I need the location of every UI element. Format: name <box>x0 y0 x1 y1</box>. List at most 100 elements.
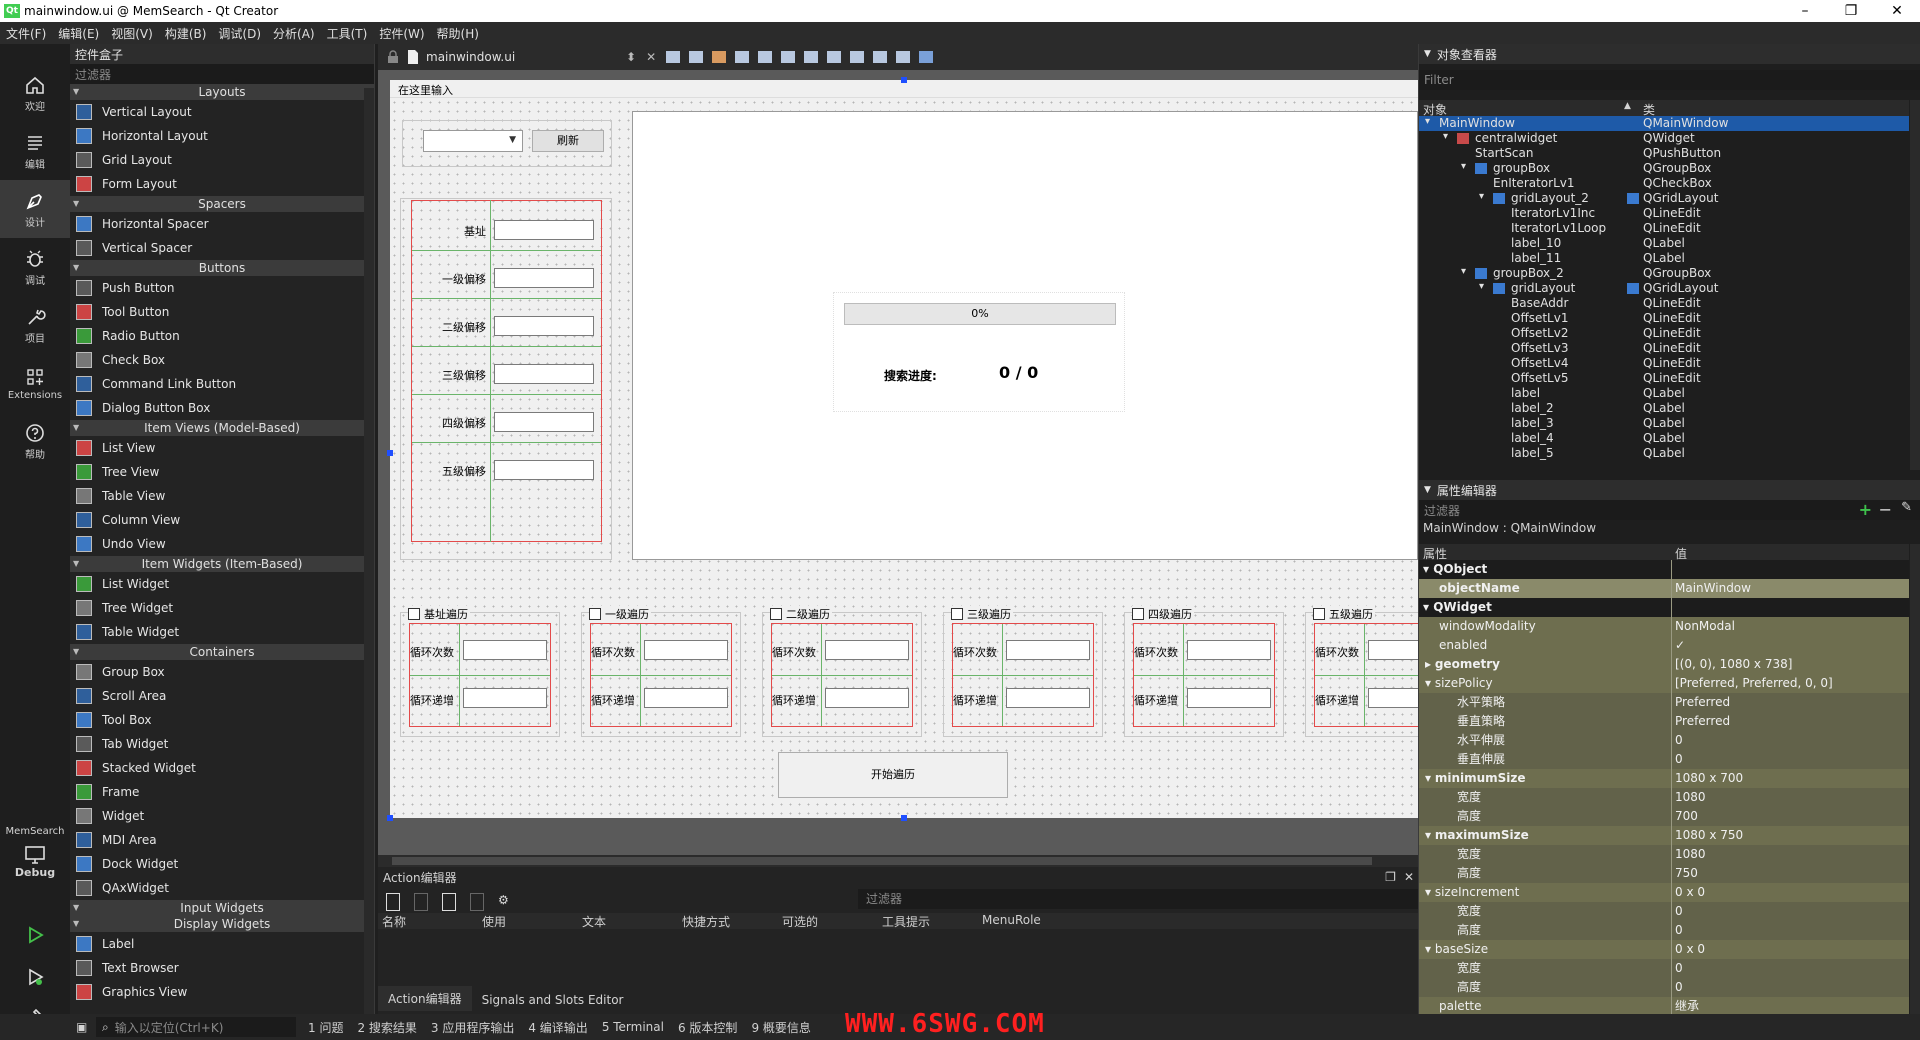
widget-category[interactable]: Buttons <box>70 260 374 276</box>
widget-category[interactable]: Item Views (Model-Based) <box>70 420 374 436</box>
object-tree-row[interactable]: label_4 QLabel <box>1419 431 1909 446</box>
loop-enable-checkbox[interactable]: 二级遍历 <box>770 606 832 622</box>
kit-project-label[interactable]: MemSearch <box>0 826 70 837</box>
widget-box-item[interactable]: Radio Button <box>70 324 374 348</box>
property-value[interactable]: 0 <box>1673 731 1909 750</box>
widget-category[interactable]: Display Widgets <box>70 916 374 932</box>
widget-box-item[interactable]: Group Box <box>70 660 374 684</box>
close-dock-icon[interactable]: ✕ <box>1404 870 1414 884</box>
close-button[interactable]: ✕ <box>1874 3 1920 19</box>
widget-box-item[interactable]: Vertical Spacer <box>70 236 374 260</box>
widget-box-item[interactable]: Undo View <box>70 532 374 556</box>
property-row[interactable]: ▾ maximumSize 1080 x 750 <box>1419 826 1909 845</box>
selection-handle-top[interactable] <box>901 77 907 83</box>
menu-analyze[interactable]: 分析(A) <box>267 25 321 42</box>
property-row[interactable]: ▾ QWidget <box>1419 598 1909 617</box>
collapse-icon[interactable]: ▼ <box>1424 49 1431 59</box>
start-scan-button[interactable]: 开始遍历 <box>778 752 1008 798</box>
object-filter-input[interactable]: Filter <box>1419 70 1920 90</box>
paste-action-icon[interactable] <box>442 893 456 911</box>
kit-selector[interactable]: Debug <box>0 844 70 888</box>
enabled-checkbox[interactable]: ✓ <box>1673 636 1909 655</box>
loop-enable-checkbox[interactable]: 三级遍历 <box>951 606 1013 622</box>
canvas-horizontal-scrollbar[interactable] <box>378 855 1418 867</box>
layout-h-splitter-icon[interactable] <box>804 51 819 63</box>
widget-category[interactable]: Spacers <box>70 196 374 212</box>
property-expand-icon[interactable]: ▾ <box>1425 771 1435 785</box>
widget-category[interactable]: Layouts <box>70 84 374 100</box>
menu-view[interactable]: 视图(V) <box>105 25 159 42</box>
property-value[interactable]: 1080 x 700 <box>1673 769 1909 788</box>
property-value[interactable]: 继承 <box>1673 997 1909 1014</box>
property-value[interactable]: [Preferred, Preferred, 0, 0] <box>1673 674 1909 693</box>
property-value[interactable]: Preferred <box>1673 693 1909 712</box>
property-row[interactable]: objectName MainWindow <box>1419 579 1909 598</box>
mode-design[interactable]: 设计 <box>0 180 70 238</box>
locator-input[interactable]: ⌕ 输入以定位(Ctrl+K) <box>96 1017 296 1037</box>
selection-handle-left[interactable] <box>387 450 393 456</box>
property-expand-icon[interactable]: ▾ <box>1425 885 1435 899</box>
mode-help[interactable]: 帮助 <box>0 412 70 470</box>
widget-box-item[interactable]: Table View <box>70 484 374 508</box>
object-tree-row[interactable]: IteratorLv1Inc QLineEdit <box>1419 206 1909 221</box>
tree-expand-icon[interactable]: ▾ <box>1443 131 1448 142</box>
object-tree-row[interactable]: IteratorLv1Loop QLineEdit <box>1419 221 1909 236</box>
tree-expand-icon[interactable]: ▾ <box>1479 281 1484 292</box>
property-row[interactable]: 宽度 0 <box>1419 959 1909 978</box>
loop-count-input[interactable] <box>463 640 547 660</box>
object-tree-row[interactable]: ▾ groupBox_2 QGroupBox <box>1419 266 1909 281</box>
object-tree-row[interactable]: label_11 QLabel <box>1419 251 1909 266</box>
object-tree-row[interactable]: ▾ gridLayout QGridLayout <box>1419 281 1909 296</box>
col-menurole[interactable]: MenuRole <box>982 913 1041 927</box>
property-value[interactable]: 0 <box>1673 902 1909 921</box>
layout-horizontal-icon[interactable] <box>758 51 773 63</box>
file-tab-name[interactable]: mainwindow.ui <box>426 50 626 64</box>
property-expand-icon[interactable]: ▾ <box>1425 828 1435 842</box>
action-filter-input[interactable]: 过滤器 <box>858 889 1418 909</box>
object-tree-row[interactable]: label_5 QLabel <box>1419 446 1909 461</box>
property-row[interactable]: ▾ sizePolicy [Preferred, Preferred, 0, 0] <box>1419 674 1909 693</box>
col-used[interactable]: 使用 <box>482 913 506 930</box>
widget-edit-mode-icon[interactable] <box>666 51 681 63</box>
widget-box-item[interactable]: Command Link Button <box>70 372 374 396</box>
widget-box-item[interactable]: Dialog Button Box <box>70 396 374 420</box>
loop-enable-checkbox[interactable]: 四级遍历 <box>1132 606 1194 622</box>
widget-box-item[interactable]: Grid Layout <box>70 148 374 172</box>
maximize-button[interactable]: ❐ <box>1828 3 1874 19</box>
loop-count-input[interactable] <box>1187 640 1271 660</box>
close-file-icon[interactable]: ✕ <box>646 50 656 64</box>
menu-debug[interactable]: 调试(D) <box>212 25 267 42</box>
loop-inc-input[interactable] <box>1006 688 1090 708</box>
object-tree-row[interactable]: OffsetLv3 QLineEdit <box>1419 341 1909 356</box>
property-expand-icon[interactable]: ▾ <box>1425 676 1435 690</box>
object-tree-row[interactable]: OffsetLv1 QLineEdit <box>1419 311 1909 326</box>
property-value[interactable]: 750 <box>1673 864 1909 883</box>
configure-action-icon[interactable]: ⚙ <box>498 893 514 911</box>
widget-box-item[interactable]: List View <box>70 436 374 460</box>
object-tree-row[interactable]: label_10 QLabel <box>1419 236 1909 251</box>
property-row[interactable]: ▾ sizeIncrement 0 x 0 <box>1419 883 1909 902</box>
tree-expand-icon[interactable]: ▾ <box>1425 116 1430 127</box>
object-tree-row[interactable]: ▾ centralwidget QWidget <box>1419 131 1909 146</box>
collapse-icon[interactable]: ▼ <box>1424 485 1431 495</box>
object-tree-row[interactable]: OffsetLv2 QLineEdit <box>1419 326 1909 341</box>
widget-box-item[interactable]: Form Layout <box>70 172 374 196</box>
loop-inc-input[interactable] <box>1187 688 1271 708</box>
property-value[interactable]: [(0, 0), 1080 x 738] <box>1673 655 1909 674</box>
loop-inc-input[interactable] <box>825 688 909 708</box>
property-expand-icon[interactable]: ▾ <box>1425 942 1435 956</box>
adjust-size-icon[interactable] <box>919 51 934 63</box>
property-row[interactable]: ▸ geometry [(0, 0), 1080 x 738] <box>1419 655 1909 674</box>
minimize-button[interactable]: – <box>1782 3 1828 19</box>
property-value[interactable]: 1080 x 750 <box>1673 826 1909 845</box>
layout-vertical-icon[interactable] <box>781 51 796 63</box>
loop-inc-input[interactable] <box>644 688 728 708</box>
tree-expand-icon[interactable]: ▾ <box>1461 266 1466 277</box>
tab-signals-slots[interactable]: Signals and Slots Editor <box>472 989 634 1011</box>
refresh-button[interactable]: 刷新 <box>532 130 604 152</box>
mode-debug[interactable]: 调试 <box>0 238 70 296</box>
configure-wrench-icon[interactable]: ✎ <box>1901 500 1912 515</box>
property-filter-input[interactable]: 过滤器 + − ✎ <box>1419 500 1920 520</box>
pane-issues[interactable]: 1 问题 <box>308 1019 343 1036</box>
object-tree-row[interactable]: label QLabel <box>1419 386 1909 401</box>
